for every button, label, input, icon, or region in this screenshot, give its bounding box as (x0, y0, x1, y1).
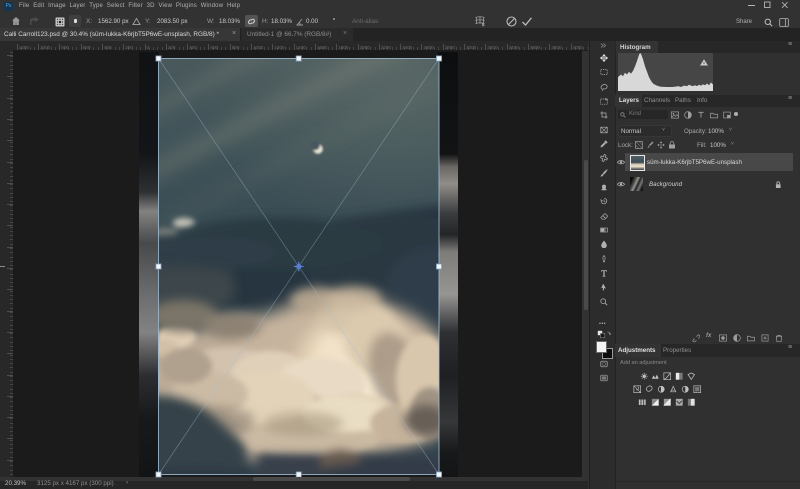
svg-text:1200: 1200 (19, 45, 30, 50)
svg-text:600: 600 (83, 45, 91, 50)
svg-text:400: 400 (104, 45, 112, 50)
svg-text:3000: 3000 (466, 45, 477, 50)
svg-text:200: 200 (125, 45, 133, 50)
svg-text:800: 800 (61, 45, 69, 50)
svg-text:3600: 3600 (530, 45, 541, 50)
svg-text:3400: 3400 (509, 45, 520, 50)
svg-text:4000: 4000 (573, 45, 584, 50)
svg-text:3200: 3200 (487, 45, 498, 50)
svg-text:3800: 3800 (551, 45, 562, 50)
svg-text:1000: 1000 (40, 45, 51, 50)
